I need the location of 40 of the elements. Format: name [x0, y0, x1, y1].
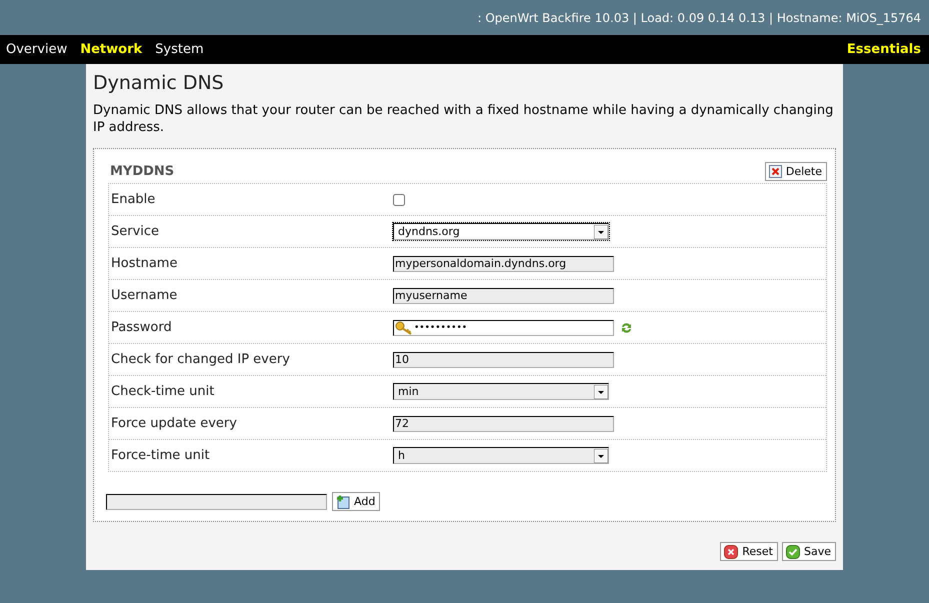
reset-button[interactable]: Reset [720, 542, 778, 561]
field-label: Force-time unit [111, 448, 211, 463]
refresh-icon[interactable] [620, 320, 633, 334]
field-label: Password [111, 320, 173, 335]
mode-link[interactable]: Essentials [846, 42, 921, 57]
text-field[interactable]: 10 [393, 352, 614, 368]
add-icon [336, 494, 350, 508]
field-label: Username [111, 288, 178, 303]
select-field[interactable]: dyndns.org [393, 223, 609, 240]
field-label: Force update every [111, 416, 238, 431]
text-field[interactable]: mypersonaldomain.dyndns.org [393, 256, 614, 272]
enable-checkbox[interactable] [393, 194, 405, 206]
select-field[interactable]: h [393, 447, 609, 464]
cancel-icon [724, 544, 738, 558]
new-section-field[interactable] [106, 494, 327, 510]
field-label: Service [111, 224, 160, 239]
nav-item[interactable]: Network [80, 42, 142, 57]
delete-button[interactable]: Delete [764, 162, 827, 180]
delete-icon [768, 164, 782, 178]
field-label: Enable [111, 192, 156, 207]
select-field[interactable]: min [393, 383, 609, 400]
page-title: Dynamic DNS [93, 72, 225, 94]
field-label: Check for changed IP every [111, 352, 291, 367]
check-icon [786, 544, 800, 558]
field-label: Hostname [111, 256, 178, 271]
key-icon [395, 320, 413, 334]
field-label: Check-time unit [111, 384, 216, 399]
text-field[interactable]: 72 [393, 416, 614, 432]
status-text: : OpenWrt Backfire 10.03 | Load: 0.09 0.14 0.13 | Hostname: MiOS_15764 [477, 10, 921, 24]
nav-item[interactable]: System [155, 42, 204, 57]
nav-item[interactable]: Overview [6, 42, 68, 57]
dropdown-arrow-icon [594, 384, 608, 398]
dropdown-arrow-icon [594, 224, 608, 238]
text-field[interactable]: myusername [393, 288, 614, 304]
dropdown-arrow-icon [594, 448, 608, 462]
password-field[interactable]: •••••••••• [393, 320, 614, 336]
page-description: Dynamic DNS allows that your router can be reached with a fixed hostname while having a dynamically changing IP address. [93, 102, 834, 136]
section-title: MYDDNS [110, 164, 174, 178]
add-button[interactable]: Add [332, 492, 380, 511]
save-button[interactable]: Save [782, 542, 836, 561]
